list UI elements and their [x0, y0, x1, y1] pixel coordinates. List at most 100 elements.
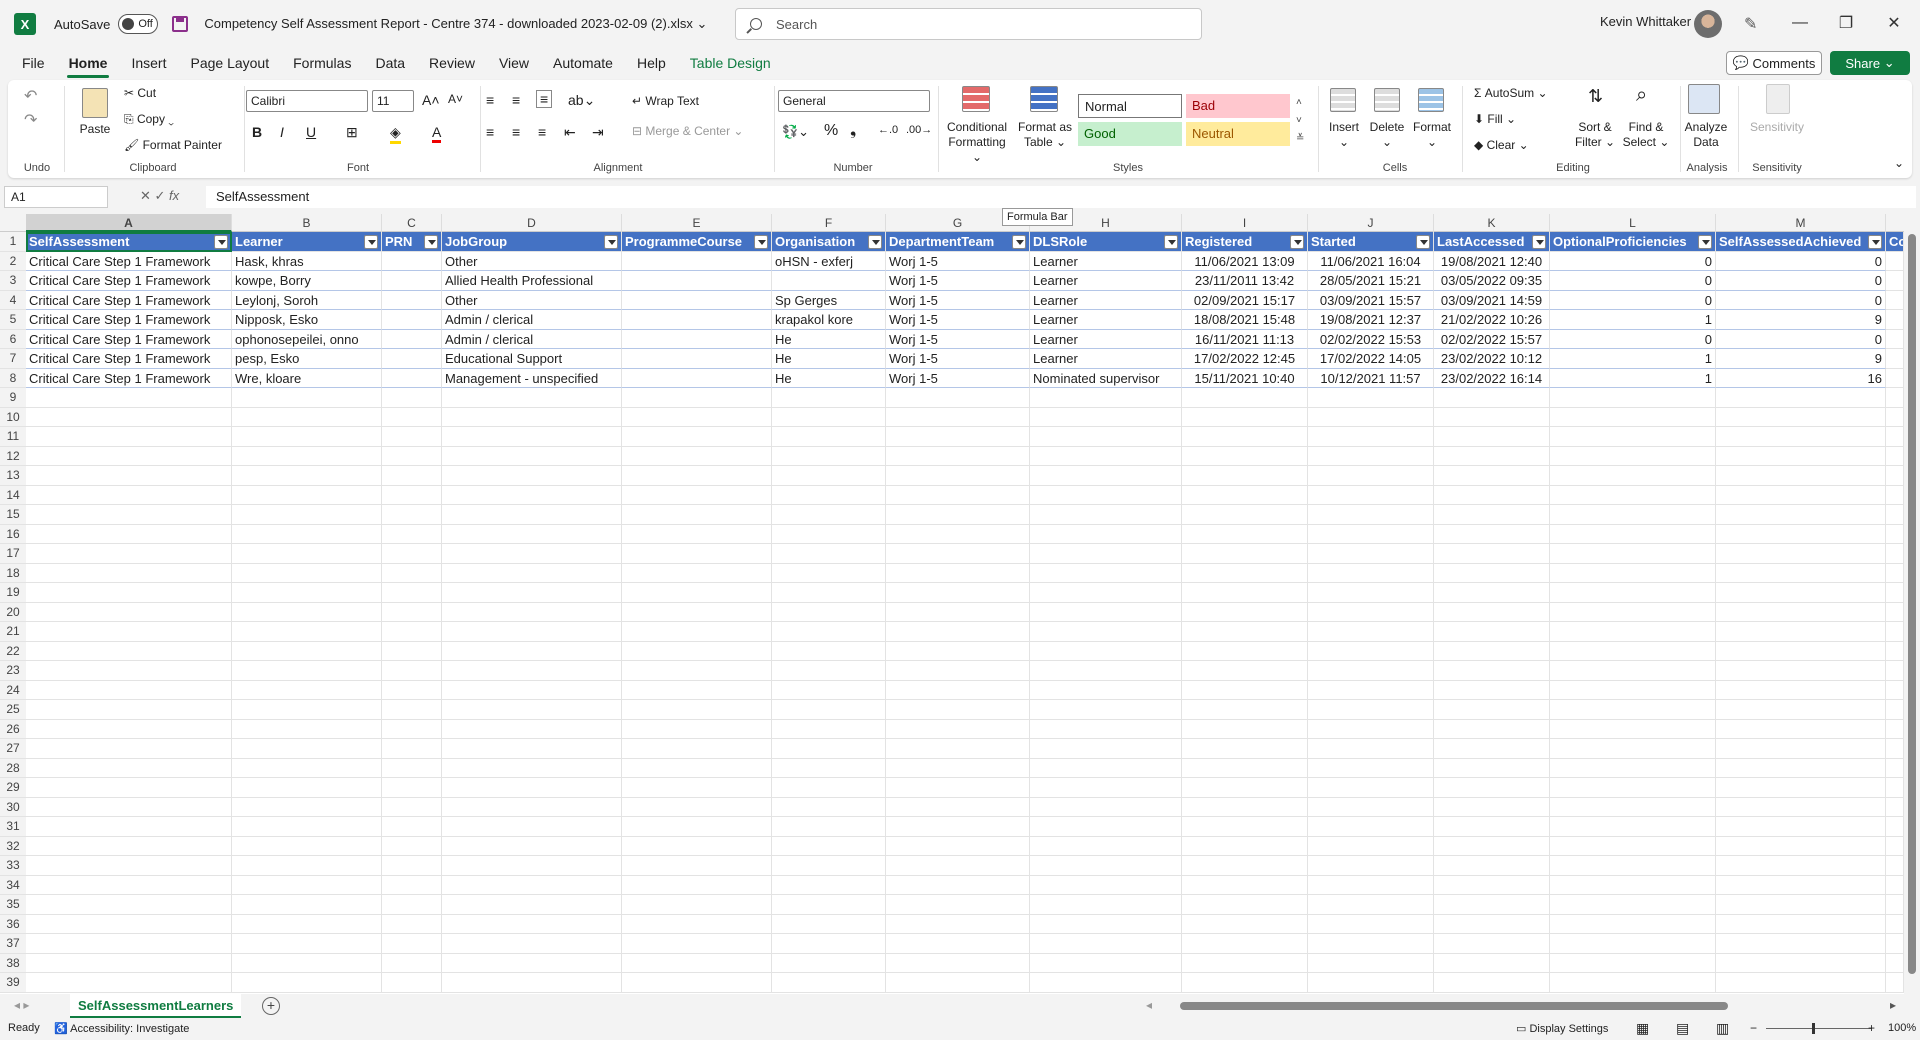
- empty-cell[interactable]: [1716, 856, 1886, 876]
- empty-cell[interactable]: [1886, 271, 1904, 291]
- align-middle-icon[interactable]: ≡: [512, 92, 520, 108]
- column-header[interactable]: E: [622, 214, 772, 232]
- row-header[interactable]: 23: [0, 661, 26, 681]
- empty-cell[interactable]: [1030, 875, 1182, 895]
- empty-cell[interactable]: [442, 953, 622, 973]
- format-cells-button[interactable]: Format ⌄: [1410, 120, 1454, 150]
- empty-cell[interactable]: [772, 563, 886, 583]
- empty-cell[interactable]: [622, 953, 772, 973]
- empty-cell[interactable]: [772, 778, 886, 798]
- empty-cell[interactable]: [1182, 914, 1308, 934]
- empty-cell[interactable]: [1182, 505, 1308, 525]
- empty-cell[interactable]: [622, 973, 772, 993]
- style-good[interactable]: Good: [1078, 122, 1182, 146]
- empty-cell[interactable]: [1030, 505, 1182, 525]
- empty-cell[interactable]: [772, 602, 886, 622]
- zoom-slider-thumb[interactable]: [1812, 1023, 1815, 1034]
- sort-filter-icon[interactable]: ⇅: [1588, 86, 1603, 107]
- empty-cell[interactable]: [1886, 953, 1904, 973]
- empty-cell[interactable]: [1308, 544, 1434, 564]
- row-header[interactable]: 30: [0, 797, 26, 817]
- empty-cell[interactable]: [772, 817, 886, 837]
- empty-cell[interactable]: [26, 583, 232, 603]
- style-neutral[interactable]: Neutral: [1186, 122, 1290, 146]
- empty-cell[interactable]: [1434, 875, 1550, 895]
- empty-cell[interactable]: [232, 544, 382, 564]
- empty-cell[interactable]: [772, 622, 886, 642]
- empty-cell[interactable]: [26, 427, 232, 447]
- empty-cell[interactable]: [1550, 602, 1716, 622]
- table-cell[interactable]: 23/11/2011 13:42: [1182, 271, 1308, 291]
- empty-cell[interactable]: [622, 680, 772, 700]
- empty-cell[interactable]: [26, 836, 232, 856]
- table-cell[interactable]: Worj 1-5: [886, 251, 1030, 271]
- table-cell[interactable]: Critical Care Step 1 Framework: [26, 329, 232, 349]
- empty-cell[interactable]: [382, 446, 442, 466]
- empty-cell[interactable]: [1550, 953, 1716, 973]
- table-cell[interactable]: Worj 1-5: [886, 329, 1030, 349]
- empty-cell[interactable]: [1434, 427, 1550, 447]
- empty-cell[interactable]: [622, 778, 772, 798]
- accounting-icon[interactable]: 💱⌄: [782, 124, 809, 140]
- decrease-font-icon[interactable]: A˅: [448, 92, 463, 106]
- empty-cell[interactable]: [382, 700, 442, 720]
- empty-cell[interactable]: [442, 895, 622, 915]
- empty-cell[interactable]: [622, 719, 772, 739]
- empty-cell[interactable]: [382, 953, 442, 973]
- align-left-icon[interactable]: ≡: [486, 124, 494, 140]
- empty-cell[interactable]: [442, 758, 622, 778]
- empty-cell[interactable]: [886, 934, 1030, 954]
- empty-cell[interactable]: [1886, 368, 1904, 388]
- empty-cell[interactable]: [1716, 934, 1886, 954]
- empty-cell[interactable]: [442, 973, 622, 993]
- table-cell[interactable]: [382, 290, 442, 310]
- empty-cell[interactable]: [1550, 427, 1716, 447]
- minimize-icon[interactable]: —: [1780, 10, 1820, 36]
- save-icon[interactable]: [172, 16, 189, 32]
- table-cell[interactable]: Educational Support: [442, 349, 622, 369]
- empty-cell[interactable]: [772, 466, 886, 486]
- empty-cell[interactable]: [1030, 485, 1182, 505]
- empty-cell[interactable]: [232, 583, 382, 603]
- table-cell[interactable]: He: [772, 329, 886, 349]
- empty-cell[interactable]: [622, 817, 772, 837]
- empty-cell[interactable]: [442, 836, 622, 856]
- empty-cell[interactable]: [1182, 544, 1308, 564]
- row-header[interactable]: 16: [0, 524, 26, 544]
- empty-cell[interactable]: [1308, 914, 1434, 934]
- column-header[interactable]: D: [442, 214, 622, 232]
- zoom-out-icon[interactable]: −: [1750, 1021, 1757, 1035]
- empty-cell[interactable]: [26, 817, 232, 837]
- empty-cell[interactable]: [1434, 953, 1550, 973]
- empty-cell[interactable]: [1550, 446, 1716, 466]
- empty-cell[interactable]: [1716, 602, 1886, 622]
- row-header[interactable]: 2: [0, 251, 26, 271]
- empty-cell[interactable]: [1550, 505, 1716, 525]
- share-button[interactable]: Share ⌄: [1830, 51, 1910, 75]
- empty-cell[interactable]: [1030, 407, 1182, 427]
- horizontal-scroll-thumb[interactable]: [1180, 1002, 1728, 1010]
- empty-cell[interactable]: [1716, 505, 1886, 525]
- sheet-tab[interactable]: SelfAssessmentLearners: [70, 994, 242, 1018]
- empty-cell[interactable]: [232, 505, 382, 525]
- empty-cell[interactable]: [1550, 817, 1716, 837]
- empty-cell[interactable]: [1886, 700, 1904, 720]
- empty-cell[interactable]: [1434, 973, 1550, 993]
- empty-cell[interactable]: [26, 719, 232, 739]
- empty-cell[interactable]: [232, 446, 382, 466]
- empty-cell[interactable]: [1550, 934, 1716, 954]
- table-cell[interactable]: 16/11/2021 11:13: [1182, 329, 1308, 349]
- empty-cell[interactable]: [1182, 953, 1308, 973]
- orientation-icon[interactable]: ab⌄: [568, 92, 595, 109]
- empty-cell[interactable]: [1182, 797, 1308, 817]
- empty-cell[interactable]: [772, 895, 886, 915]
- menu-formulas[interactable]: Formulas: [291, 51, 353, 75]
- row-header[interactable]: 3: [0, 271, 26, 291]
- sensitivity-icon[interactable]: [1766, 84, 1790, 114]
- table-cell[interactable]: Other: [442, 290, 622, 310]
- empty-cell[interactable]: [1886, 583, 1904, 603]
- empty-cell[interactable]: [1434, 719, 1550, 739]
- increase-font-icon[interactable]: A˄: [422, 92, 440, 108]
- table-header-cell[interactable]: LastAccessed: [1434, 232, 1550, 252]
- filter-dropdown-icon[interactable]: [604, 235, 618, 249]
